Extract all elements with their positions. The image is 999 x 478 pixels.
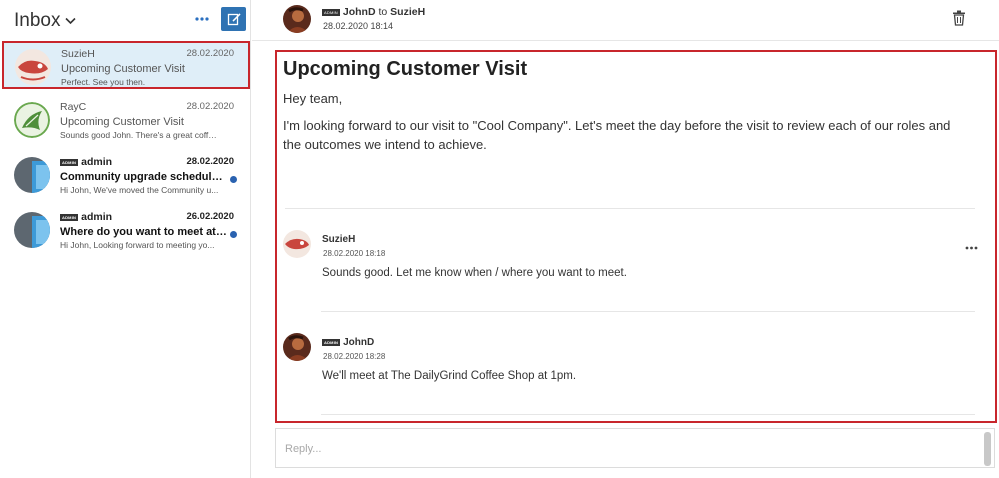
- sender-name-text: admin: [81, 211, 113, 223]
- scrollbar[interactable]: [984, 432, 991, 466]
- reply-timestamp: 28.02.2020 18:28: [323, 352, 386, 361]
- avatar: [14, 212, 50, 248]
- message-thread: Upcoming Customer Visit Hey team, I'm lo…: [275, 50, 997, 423]
- reply-timestamp: 28.02.2020 18:18: [323, 249, 386, 258]
- admin-badge: ADMIN: [60, 213, 79, 221]
- more-options-button[interactable]: [191, 10, 213, 28]
- message-timestamp: 28.02.2020 18:14: [323, 21, 394, 31]
- conversation-list-panel: Inbox SuzieH 28.02.2020 Upcoming Custome…: [0, 0, 251, 478]
- conversation-item[interactable]: RayC 28.02.2020 Upcoming Customer Visit …: [3, 96, 248, 146]
- conversation-item[interactable]: ADMIN admin 28.02.2020 Community upgrade…: [3, 151, 248, 201]
- reply-author-name: JohnD: [343, 337, 375, 348]
- avatar: [283, 5, 311, 33]
- sender-name-text: admin: [81, 156, 113, 168]
- trash-icon: [953, 10, 965, 26]
- conversation-subject: Upcoming Customer Visit: [60, 116, 184, 128]
- reply-input[interactable]: [285, 431, 975, 467]
- conversation-item[interactable]: SuzieH 28.02.2020 Upcoming Customer Visi…: [2, 41, 250, 89]
- divider: [321, 414, 975, 415]
- conversation-subject: Where do you want to meet at Khoros?: [60, 226, 228, 238]
- chevron-down-icon: [65, 15, 77, 27]
- message-body: I'm looking forward to our visit to "Coo…: [283, 118, 951, 152]
- reply-composer: [275, 428, 995, 468]
- divider: [285, 208, 975, 209]
- sender-name: ADMIN admin: [60, 156, 112, 168]
- more-horizontal-icon: [965, 246, 978, 250]
- avatar: [283, 230, 311, 258]
- avatar: [15, 49, 51, 85]
- conversation-preview: Sounds good John. There's a great coffee…: [60, 130, 220, 140]
- message-greeting: Hey team,: [283, 91, 343, 106]
- conversation-subject: Upcoming Customer Visit: [61, 63, 185, 75]
- reply-options-button[interactable]: [965, 238, 978, 252]
- to-label: to: [378, 6, 388, 18]
- more-horizontal-icon: [195, 17, 209, 21]
- admin-badge: ADMIN: [322, 339, 341, 346]
- thread-title: Upcoming Customer Visit: [283, 58, 528, 80]
- conversation-item[interactable]: ADMIN admin 26.02.2020 Where do you want…: [3, 206, 248, 256]
- participants: ADMIN JohnD to SuzieH: [322, 6, 425, 18]
- sender-name[interactable]: JohnD: [343, 6, 376, 18]
- recipient-name[interactable]: SuzieH: [390, 6, 425, 18]
- conversation-subject: Community upgrade schedule update: [60, 171, 228, 183]
- conversation-preview: Perfect. See you then.: [61, 77, 146, 87]
- conversation-date: 28.02.2020: [186, 48, 234, 59]
- sender-name: RayC: [60, 101, 87, 113]
- avatar: [14, 157, 50, 193]
- reply-author[interactable]: ADMIN JohnD: [322, 337, 374, 348]
- compose-button[interactable]: [221, 7, 246, 31]
- inbox-title: Inbox: [14, 10, 61, 31]
- conversation-date: 28.02.2020: [186, 101, 234, 112]
- compose-icon: [227, 13, 241, 26]
- reply-body: We'll meet at The DailyGrind Coffee Shop…: [322, 370, 577, 382]
- avatar: [14, 102, 50, 138]
- avatar: [283, 333, 311, 361]
- reply-author[interactable]: SuzieH: [322, 234, 355, 245]
- sender-name: ADMIN admin: [60, 211, 112, 223]
- sender-name: SuzieH: [61, 48, 95, 60]
- conversation-preview: Hi John, We've moved the Community u...: [60, 185, 219, 195]
- admin-badge: ADMIN: [60, 158, 79, 166]
- conversation-date: 26.02.2020: [186, 211, 234, 222]
- unread-indicator: [230, 176, 237, 183]
- divider: [321, 311, 975, 312]
- delete-button[interactable]: [952, 10, 966, 26]
- conversation-preview: Hi John, Looking forward to meeting yo..…: [60, 240, 215, 250]
- inbox-dropdown[interactable]: Inbox: [14, 8, 77, 34]
- thread-header: ADMIN JohnD to SuzieH 28.02.2020 18:14: [252, 0, 999, 41]
- reply-body: Sounds good. Let me know when / where yo…: [322, 267, 627, 279]
- conversation-date: 28.02.2020: [186, 156, 234, 167]
- admin-badge: ADMIN: [322, 8, 340, 16]
- unread-indicator: [230, 231, 237, 238]
